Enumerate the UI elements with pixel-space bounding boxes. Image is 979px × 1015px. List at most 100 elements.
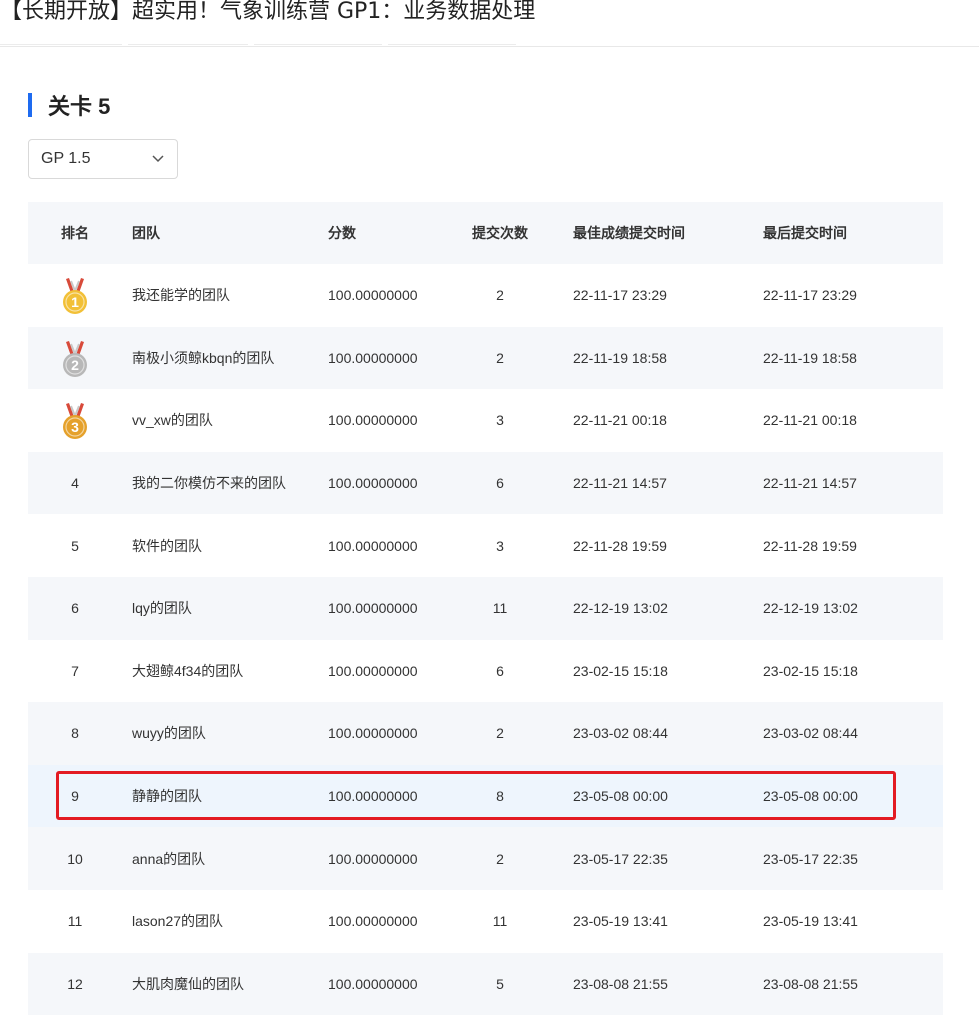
silver-medal-icon: 2 <box>61 339 89 379</box>
header-rank: 排名 <box>61 225 89 241</box>
score-cell: 100.00000000 <box>328 913 418 930</box>
last-time-cell: 22-11-17 23:29 <box>763 287 857 304</box>
score-cell: 100.00000000 <box>328 412 418 429</box>
team-cell: lqy的团队 <box>132 600 192 617</box>
section-accent-bar <box>28 93 32 117</box>
last-time-cell: 23-05-19 13:41 <box>763 913 858 930</box>
chevron-down-icon <box>151 152 165 166</box>
team-cell: 南极小须鲸kbqn的团队 <box>132 349 275 366</box>
team-cell: anna的团队 <box>132 850 206 867</box>
best-time-cell: 22-11-28 19:59 <box>573 537 667 554</box>
submit-count-cell: 6 <box>496 475 504 492</box>
best-time-cell: 22-11-19 18:58 <box>573 349 667 366</box>
rank-cell: 11 <box>67 913 83 930</box>
team-cell: lason27的团队 <box>132 913 224 930</box>
rank-cell: 5 <box>71 537 79 554</box>
last-time-cell: 23-08-08 21:55 <box>763 975 858 992</box>
submit-count-cell: 5 <box>496 975 504 992</box>
rank-cell: 6 <box>71 600 79 617</box>
team-cell: 软件的团队 <box>132 537 202 554</box>
rank-cell: 10 <box>67 850 83 867</box>
score-cell: 100.00000000 <box>328 537 418 554</box>
submit-count-cell: 3 <box>496 412 504 429</box>
svg-text:1: 1 <box>71 294 79 310</box>
tab-strip-segment <box>254 44 382 47</box>
rank-cell: 4 <box>71 475 79 492</box>
score-cell: 100.00000000 <box>328 475 418 492</box>
score-cell: 100.00000000 <box>328 662 418 679</box>
last-time-cell: 22-11-28 19:59 <box>763 537 857 554</box>
score-cell: 100.00000000 <box>328 850 418 867</box>
score-cell: 100.00000000 <box>328 788 418 805</box>
table-row: 12 大肌肉魔仙的团队 100.00000000 5 23-08-08 21:55 23-… <box>28 952 943 1015</box>
best-time-cell: 23-05-19 13:41 <box>573 913 668 930</box>
team-cell: 大翅鲸4f34的团队 <box>132 662 244 679</box>
table-row: 6 lqy的团队 100.00000000 11 22-12-19 13:02 22-12… <box>28 576 943 640</box>
table-row: 10 anna的团队 100.00000000 2 23-05-17 22:35 23-0… <box>28 827 943 890</box>
version-select[interactable]: GP 1.5 <box>28 139 178 179</box>
best-time-cell: 23-02-15 15:18 <box>573 662 668 679</box>
section-title: 关卡 5 <box>48 94 111 119</box>
team-cell: 我的二你模仿不来的团队 <box>132 475 286 492</box>
rank-cell: 7 <box>71 662 79 679</box>
leaderboard-table: 排名 团队 分数 提交次数 最佳成绩提交时间 最后提交时间 1 我还能学的团队 10… <box>28 202 943 1015</box>
score-cell: 100.00000000 <box>328 349 418 366</box>
best-time-cell: 23-05-17 22:35 <box>573 850 668 867</box>
best-time-cell: 22-11-17 23:29 <box>573 287 667 304</box>
score-cell: 100.00000000 <box>328 725 418 742</box>
tab-strip-segment <box>128 44 248 47</box>
team-cell: 静静的团队 <box>132 788 202 805</box>
table-row: 2 南极小须鲸kbqn的团队 100.00000000 2 22-11-19 18:58… <box>28 326 943 390</box>
svg-text:3: 3 <box>71 419 79 435</box>
best-time-cell: 22-11-21 14:57 <box>573 475 667 492</box>
score-cell: 100.00000000 <box>328 287 418 304</box>
team-cell: 大肌肉魔仙的团队 <box>132 975 244 992</box>
last-time-cell: 22-12-19 13:02 <box>763 600 858 617</box>
table-row: 5 软件的团队 100.00000000 3 22-11-28 19:59 22-11-2… <box>28 514 943 577</box>
best-time-cell: 22-12-19 13:02 <box>573 600 668 617</box>
score-cell: 100.00000000 <box>328 600 418 617</box>
last-time-cell: 23-05-08 00:00 <box>763 788 858 805</box>
page-title: 【长期开放】超实用！气象训练营 GP1：业务数据处理 <box>0 0 536 24</box>
gold-medal-icon: 1 <box>61 276 89 316</box>
header-submit-count: 提交次数 <box>472 225 528 241</box>
submit-count-cell: 11 <box>492 913 508 930</box>
best-time-cell: 23-03-02 08:44 <box>573 725 668 742</box>
page-header: 【长期开放】超实用！气象训练营 GP1：业务数据处理 <box>0 0 979 47</box>
header-score: 分数 <box>328 225 356 241</box>
last-time-cell: 23-02-15 15:18 <box>763 662 858 679</box>
header-last-time: 最后提交时间 <box>763 225 847 241</box>
bronze-medal-icon: 3 <box>61 401 89 441</box>
submit-count-cell: 2 <box>496 725 504 742</box>
best-time-cell: 23-05-08 00:00 <box>573 788 668 805</box>
submit-count-cell: 2 <box>496 349 504 366</box>
table-row: 7 大翅鲸4f34的团队 100.00000000 6 23-02-15 15:18 23… <box>28 639 943 703</box>
score-cell: 100.00000000 <box>328 975 418 992</box>
last-time-cell: 22-11-21 00:18 <box>763 412 857 429</box>
last-time-cell: 23-05-17 22:35 <box>763 850 858 867</box>
rank-cell: 9 <box>71 788 79 805</box>
submit-count-cell: 11 <box>492 600 508 617</box>
version-select-value: GP 1.5 <box>41 150 91 167</box>
submit-count-cell: 3 <box>496 537 504 554</box>
section-heading: 关卡 5 <box>28 91 110 119</box>
submit-count-cell: 6 <box>496 662 504 679</box>
rank-cell: 8 <box>71 725 79 742</box>
best-time-cell: 23-08-08 21:55 <box>573 975 668 992</box>
table-row: 8 wuyy的团队 100.00000000 2 23-03-02 08:44 23-03… <box>28 702 943 765</box>
table-header-row: 排名 团队 分数 提交次数 最佳成绩提交时间 最后提交时间 <box>28 202 943 264</box>
team-cell: wuyy的团队 <box>132 725 206 742</box>
tab-strip-segment <box>388 44 516 47</box>
svg-text:2: 2 <box>71 357 79 373</box>
submit-count-cell: 2 <box>496 287 504 304</box>
best-time-cell: 22-11-21 00:18 <box>573 412 667 429</box>
submit-count-cell: 8 <box>496 788 504 805</box>
last-time-cell: 22-11-19 18:58 <box>763 349 857 366</box>
table-row: 1 我还能学的团队 100.00000000 2 22-11-17 23:29 22-11… <box>28 264 943 327</box>
table-row: 11 lason27的团队 100.00000000 11 23-05-19 13:41… <box>28 889 943 953</box>
table-row: 3 vv_xw的团队 100.00000000 3 22-11-21 00:18 22-1… <box>28 389 943 452</box>
header-team: 团队 <box>132 225 160 241</box>
header-best-time: 最佳成绩提交时间 <box>573 225 685 241</box>
table-row: 9 静静的团队 100.00000000 8 23-05-08 00:00 23-05-0… <box>28 764 943 828</box>
last-time-cell: 22-11-21 14:57 <box>763 475 857 492</box>
